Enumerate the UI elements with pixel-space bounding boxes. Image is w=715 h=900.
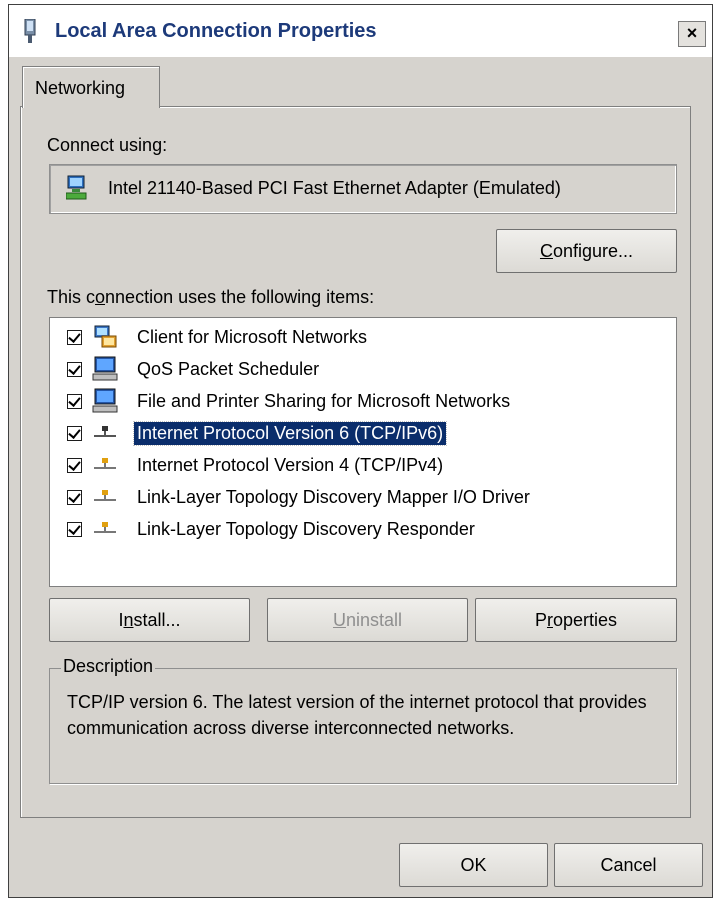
list-item[interactable]: Internet Protocol Version 4 (TCP/IPv4): [50, 450, 676, 482]
properties-button[interactable]: Properties: [475, 598, 677, 642]
uninstall-button[interactable]: Uninstall: [267, 598, 468, 642]
description-text: TCP/IP version 6. The latest version of …: [67, 692, 647, 738]
item-label: File and Printer Sharing for Microsoft N…: [137, 391, 511, 411]
connect-using-label: Connect using:: [47, 135, 168, 155]
title-bar[interactable]: Local Area Connection Properties ×: [9, 5, 712, 57]
item-checkbox[interactable]: [67, 458, 82, 473]
list-item[interactable]: QoS Packet Scheduler: [50, 354, 676, 386]
configure-accelerator: C: [539, 241, 553, 261]
item-checkbox[interactable]: [67, 330, 82, 345]
items-label-pre: This c: [47, 287, 96, 307]
item-checkbox[interactable]: [67, 426, 82, 441]
item-label: QoS Packet Scheduler: [137, 359, 320, 379]
item-label: Client for Microsoft Networks: [137, 327, 368, 347]
configure-button[interactable]: Configure...: [496, 229, 677, 273]
install-button[interactable]: Install...: [49, 598, 250, 642]
tab-networking[interactable]: Networking: [22, 66, 160, 108]
computer-service-icon: [92, 388, 118, 413]
adapter-name: Intel 21140-Based PCI Fast Ethernet Adap…: [108, 178, 561, 198]
item-label: Link-Layer Topology Discovery Responder: [137, 519, 475, 539]
list-item[interactable]: File and Printer Sharing for Microsoft N…: [50, 386, 676, 418]
item-checkbox[interactable]: [67, 362, 82, 377]
close-button[interactable]: ×: [678, 21, 706, 47]
cancel-button[interactable]: Cancel: [554, 843, 703, 887]
protocol-icon: [94, 490, 116, 501]
protocol-icon: [94, 522, 116, 533]
protocol-icon: [94, 426, 116, 437]
item-label: Internet Protocol Version 4 (TCP/IPv4): [137, 455, 444, 475]
computer-service-icon: [92, 356, 118, 381]
properties-label-pre: P: [534, 610, 547, 630]
protocol-icon: [94, 458, 116, 469]
list-item[interactable]: Link-Layer Topology Discovery Mapper I/O…: [50, 482, 676, 514]
uninstall-accelerator: U: [332, 610, 346, 630]
configure-label-post: onfigure...: [552, 241, 634, 261]
tab-networking-label: Networking: [35, 78, 126, 98]
network-adapter-icon: [66, 175, 87, 200]
network-connection-icon: [24, 19, 36, 43]
items-label-accelerator: o: [95, 287, 106, 307]
items-label-post: nnection uses the following items:: [105, 287, 375, 307]
item-label: Internet Protocol Version 6 (TCP/IPv6): [132, 421, 448, 446]
properties-label-post: operties: [552, 610, 618, 630]
item-checkbox[interactable]: [67, 490, 82, 505]
list-item[interactable]: Link-Layer Topology Discovery Responder: [50, 514, 676, 546]
network-client-icon: [94, 325, 117, 348]
uninstall-label-post: ninstall: [345, 610, 403, 630]
ok-button[interactable]: OK: [399, 843, 548, 887]
install-label-post: stall...: [133, 610, 181, 630]
items-label: This connection uses the following items…: [47, 287, 374, 308]
window-title: Local Area Connection Properties: [55, 20, 377, 42]
list-item[interactable]: Internet Protocol Version 6 (TCP/IPv6): [50, 418, 676, 450]
properties-dialog: Local Area Connection Properties × Netwo…: [8, 4, 713, 898]
description-legend: Description: [61, 656, 156, 677]
item-checkbox[interactable]: [67, 522, 82, 537]
adapter-field: Intel 21140-Based PCI Fast Ethernet Adap…: [49, 164, 677, 214]
item-label: Link-Layer Topology Discovery Mapper I/O…: [137, 487, 530, 507]
list-item[interactable]: Client for Microsoft Networks: [50, 322, 676, 354]
item-checkbox[interactable]: [67, 394, 82, 409]
install-accelerator: n: [123, 610, 134, 630]
components-list[interactable]: Client for Microsoft Networks QoS Packet…: [49, 317, 677, 587]
